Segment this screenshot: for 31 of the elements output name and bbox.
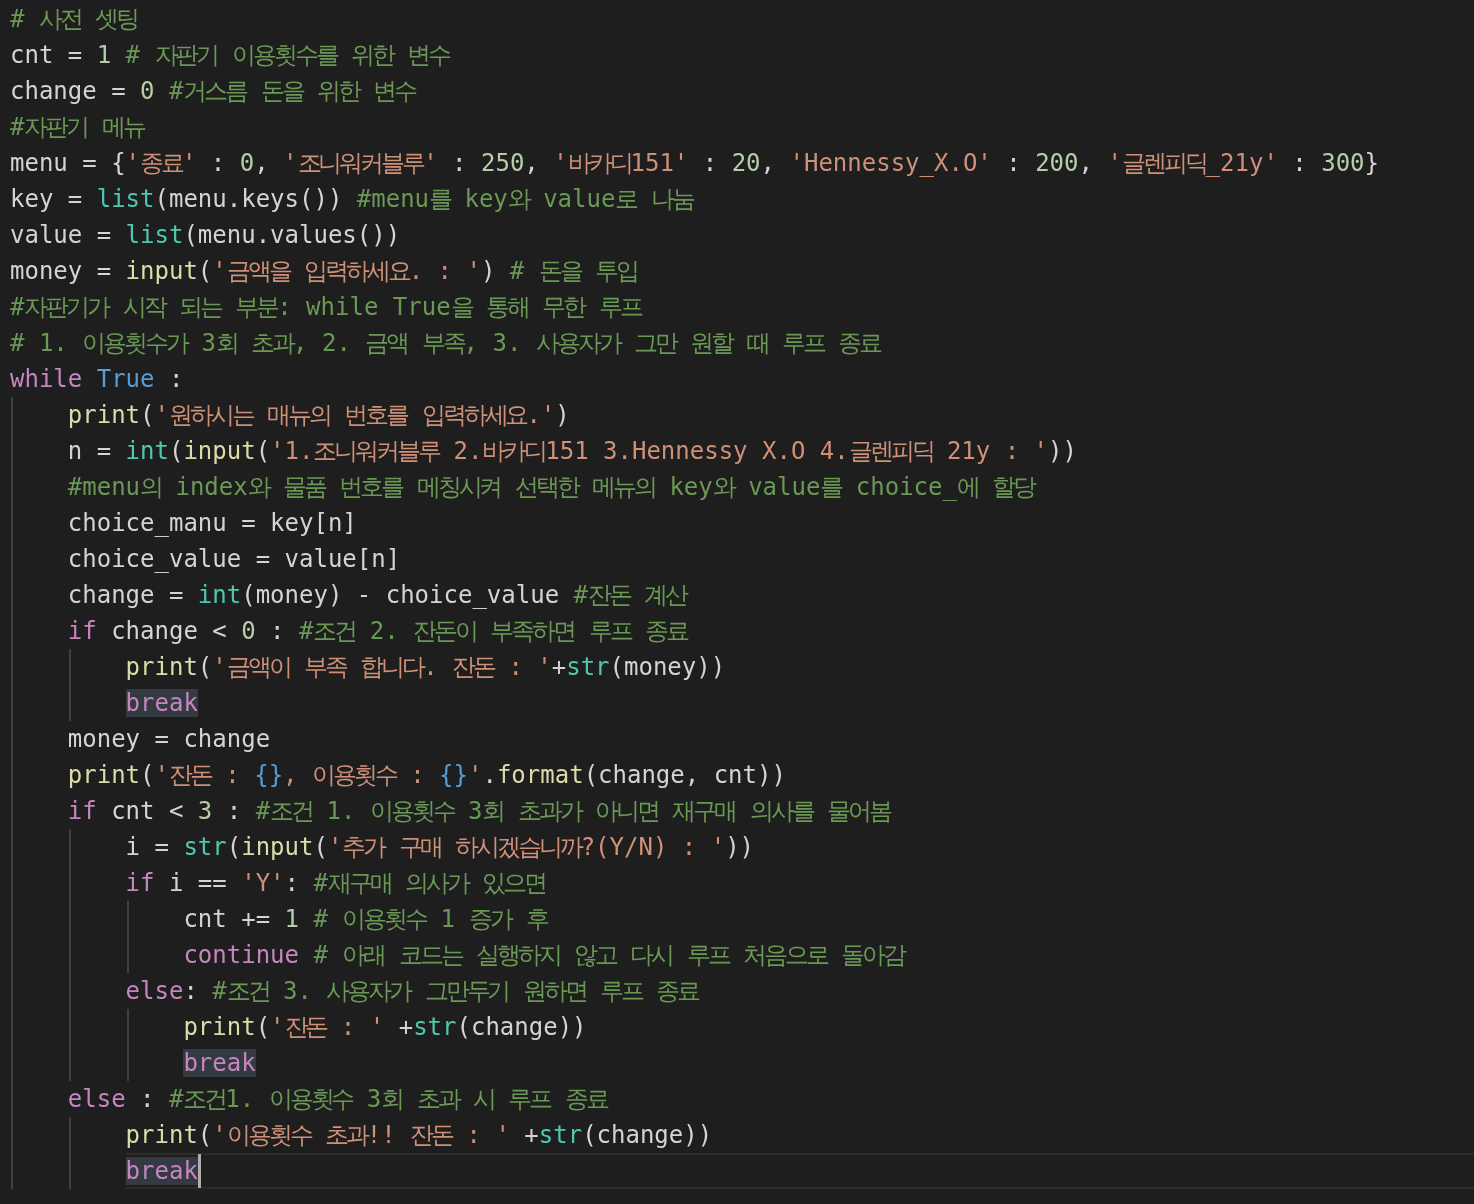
code-line: change = 0 #거스름 돈을 위한 변수 xyxy=(10,76,416,107)
code-line: print('이용횟수 초과!! 잔돈 : ' +str(change)) xyxy=(125,1120,713,1151)
code-line: else : #조건1. 이용횟수 3회 초과 시 루프 종료 xyxy=(67,1084,607,1115)
code-line: # 1. 이용횟수가 3회 초과, 2. 금액 부족, 3. 사용자가 그만 원할 때 루프 종료 xyxy=(10,328,881,359)
code-line: change = int(money) - choice_value #잔돈 계산 xyxy=(67,580,687,611)
code-line: else: #조건 3. 사용자가 그만두기 원하면 루프 종료 xyxy=(125,976,699,1007)
code-line: choice_manu = key[n] xyxy=(67,508,357,539)
code-line: if cnt < 3 : #조건 1. 이용횟수 3회 초과가 아니면 재구매 의사를 물어봄 xyxy=(67,796,890,827)
code-line: money = change xyxy=(67,724,271,755)
code-line: cnt = 1 # 자판기 이용횟수를 위한 변수 xyxy=(10,40,450,71)
code-line: print('잔돈 : {}, 이용횟수 : {}'.format(change, cnt)) xyxy=(67,760,786,791)
code-line: cnt += 1 # 이용횟수 1 증가 후 xyxy=(183,904,547,935)
code-line: money = input('금액을 입력하세요. : ') # 돈을 투입 xyxy=(10,256,637,287)
code-line: #자판기가 시작 되는 부분: while True을 통해 무한 루프 xyxy=(10,292,641,323)
code-line: menu = {'종료' : 0, '조니워커블루' : 250, '바카디151' : 20, 'Hennessy_X.O' : 200, '글렌피딕_21y' : 300} xyxy=(10,148,1380,179)
code-line: n = int(input('1.조니워커블루 2.바카디151 3.Hennessy X.O 4.글렌피딕 21y : ')) xyxy=(67,436,1077,467)
code-line: key = list(menu.keys()) #menu를 key와 value로 나눔 xyxy=(10,184,693,215)
code-line: if i == 'Y': #재구매 의사가 있으면 xyxy=(125,868,546,899)
code-line: choice_value = value[n] xyxy=(67,544,401,575)
code-line: print('잔돈 : ' +str(change)) xyxy=(183,1012,587,1043)
code-line: #menu의 index와 물품 번호를 메칭시켜 선택한 메뉴의 key와 value를 choice_에 할당 xyxy=(67,472,1035,503)
code-line: print('금액이 부족 합니다. 잔돈 : '+str(money)) xyxy=(125,652,726,683)
code-line: i = str(input('추가 구매 하시겠습니까?(Y/N) : ')) xyxy=(125,832,755,863)
code-line: while True : xyxy=(10,364,184,395)
text-cursor xyxy=(197,1154,201,1188)
code-line: # 사전 셋팅 xyxy=(10,4,138,35)
code-line: continue # 아래 코드는 실행하지 않고 다시 루프 처음으로 돌아감 xyxy=(183,940,905,971)
code-line: value = list(menu.values()) xyxy=(10,220,401,251)
code-line: print('원하시는 매뉴의 번호를 입력하세요.') xyxy=(67,400,570,431)
code-line: #자판기 메뉴 xyxy=(10,112,144,143)
code-line: if change < 0 : #조건 2. 잔돈이 부족하면 루프 종료 xyxy=(67,616,687,647)
